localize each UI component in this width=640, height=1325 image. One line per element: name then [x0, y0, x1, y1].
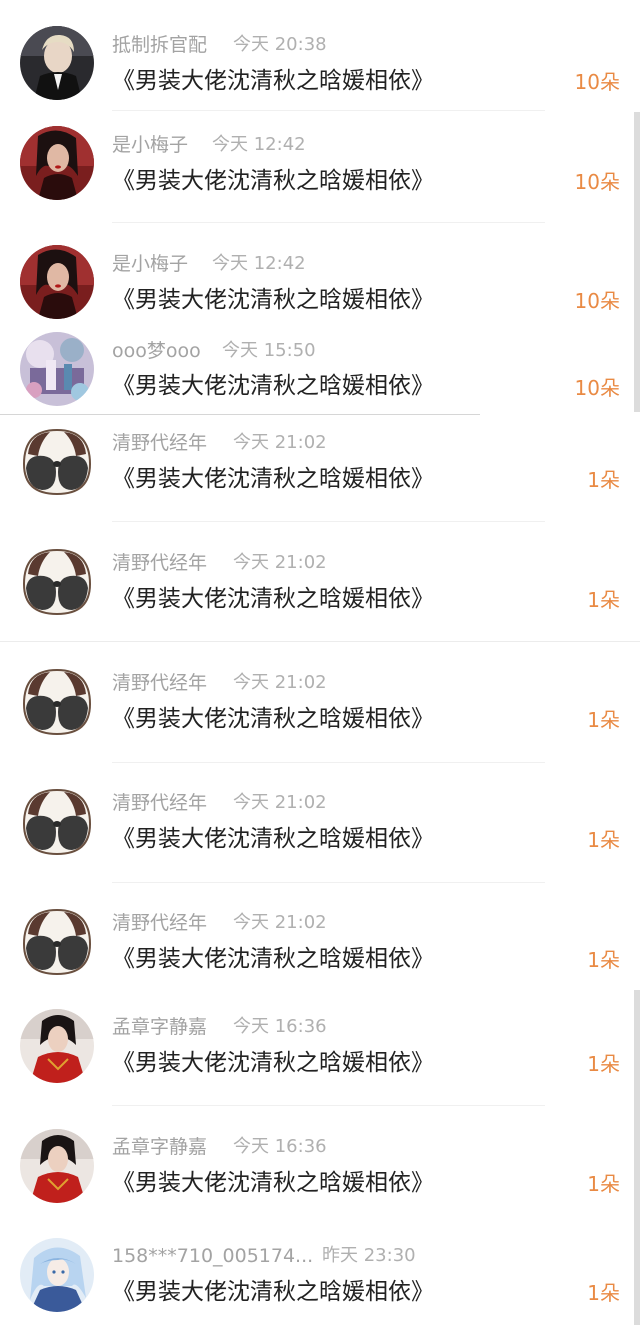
username[interactable]: 清野代经年 — [112, 671, 207, 695]
flower-count: 1朵 — [587, 1172, 620, 1196]
flower-count: 1朵 — [587, 948, 620, 972]
timestamp: 今天 21:02 — [233, 672, 327, 693]
avatar[interactable] — [20, 26, 94, 100]
timestamp: 今天 15:50 — [222, 340, 316, 361]
list-item[interactable]: 孟章字静嘉 今天 16:36 《男装大佬沈清秋之晗媛相依》 1朵 — [0, 1105, 640, 1230]
gift-message: 《男装大佬沈清秋之晗媛相依》 — [112, 1170, 434, 1196]
panda-avatar — [20, 424, 94, 498]
username[interactable]: 是小梅子 — [112, 133, 188, 157]
gift-message: 《男装大佬沈清秋之晗媛相依》 — [112, 706, 434, 732]
blue-anime-avatar — [20, 1238, 94, 1312]
timestamp: 今天 21:02 — [233, 912, 327, 933]
username[interactable]: 是小梅子 — [112, 252, 188, 276]
panda-avatar — [20, 904, 94, 978]
avatar[interactable] — [20, 424, 94, 498]
list-item[interactable]: 清野代经年 今天 21:02 《男装大佬沈清秋之晗媛相依》 1朵 — [0, 882, 640, 989]
username[interactable]: 清野代经年 — [112, 791, 207, 815]
avatar[interactable] — [20, 904, 94, 978]
timestamp: 今天 16:36 — [233, 1016, 327, 1037]
gift-message: 《男装大佬沈清秋之晗媛相依》 — [112, 287, 434, 313]
username[interactable]: 抵制拆官配 — [112, 33, 207, 57]
panda-avatar — [20, 784, 94, 858]
list-item[interactable]: 是小梅子 今天 12:42 《男装大佬沈清秋之晗媛相依》 10朵 — [0, 222, 640, 330]
scrollbar[interactable] — [634, 990, 640, 1325]
red-dress-avatar — [20, 1009, 94, 1083]
timestamp: 今天 16:36 — [233, 1136, 327, 1157]
gift-message: 《男装大佬沈清秋之晗媛相依》 — [112, 373, 434, 399]
timestamp: 今天 21:02 — [233, 432, 327, 453]
timestamp: 今天 12:42 — [212, 134, 306, 155]
list-item[interactable]: 清野代经年 今天 21:02 《男装大佬沈清秋之晗媛相依》 1朵 — [0, 762, 640, 883]
username[interactable]: ooo梦ooo — [112, 339, 201, 363]
list-item[interactable]: 是小梅子 今天 12:42 《男装大佬沈清秋之晗媛相依》 10朵 — [0, 110, 640, 223]
avatar[interactable] — [20, 544, 94, 618]
flower-count: 1朵 — [587, 828, 620, 852]
username[interactable]: 孟章字静嘉 — [112, 1135, 207, 1159]
avatar[interactable] — [20, 1129, 94, 1203]
avatar[interactable] — [20, 784, 94, 858]
flower-count: 1朵 — [587, 708, 620, 732]
avatar[interactable] — [20, 1238, 94, 1312]
flower-count: 10朵 — [574, 170, 620, 194]
red-woman-avatar — [20, 126, 94, 200]
timestamp: 今天 21:02 — [233, 792, 327, 813]
red-woman-avatar — [20, 245, 94, 319]
panda-avatar — [20, 544, 94, 618]
panda-avatar — [20, 664, 94, 738]
timestamp: 今天 20:38 — [233, 34, 327, 55]
gift-message: 《男装大佬沈清秋之晗媛相依》 — [112, 586, 434, 612]
blond-man-avatar — [20, 26, 94, 100]
avatar[interactable] — [20, 245, 94, 319]
flower-count: 1朵 — [587, 588, 620, 612]
username[interactable]: 清野代经年 — [112, 911, 207, 935]
red-dress-avatar — [20, 1129, 94, 1203]
list-item[interactable]: 抵制拆官配 今天 20:38 《男装大佬沈清秋之晗媛相依》 10朵 — [0, 0, 640, 111]
username[interactable]: 清野代经年 — [112, 431, 207, 455]
scrollbar[interactable] — [634, 112, 640, 412]
gift-message: 《男装大佬沈清秋之晗媛相依》 — [112, 826, 434, 852]
fantasy-scene-avatar — [20, 332, 94, 406]
list-item[interactable]: ooo梦ooo 今天 15:50 《男装大佬沈清秋之晗媛相依》 10朵 — [0, 330, 640, 414]
avatar[interactable] — [20, 1009, 94, 1083]
username[interactable]: 158***710_005174... — [112, 1244, 313, 1268]
flower-count: 10朵 — [574, 70, 620, 94]
flower-count: 1朵 — [587, 468, 620, 492]
flower-count: 10朵 — [574, 289, 620, 313]
flower-count: 1朵 — [587, 1281, 620, 1305]
gift-message: 《男装大佬沈清秋之晗媛相依》 — [112, 946, 434, 972]
flower-count: 10朵 — [574, 376, 620, 400]
avatar[interactable] — [20, 664, 94, 738]
list-item[interactable]: 清野代经年 今天 21:02 《男装大佬沈清秋之晗媛相依》 1朵 — [0, 642, 640, 763]
list-item[interactable]: 孟章字静嘉 今天 16:36 《男装大佬沈清秋之晗媛相依》 1朵 — [0, 989, 640, 1106]
gift-message: 《男装大佬沈清秋之晗媛相依》 — [112, 68, 434, 94]
gift-list: 抵制拆官配 今天 20:38 《男装大佬沈清秋之晗媛相依》 10朵 是小梅子 今… — [0, 0, 640, 1325]
timestamp: 昨天 23:30 — [322, 1245, 416, 1266]
gift-message: 《男装大佬沈清秋之晗媛相依》 — [112, 466, 434, 492]
list-item[interactable]: 清野代经年 今天 21:02 《男装大佬沈清秋之晗媛相依》 1朵 — [0, 521, 640, 641]
gift-message: 《男装大佬沈清秋之晗媛相依》 — [112, 168, 434, 194]
avatar[interactable] — [20, 332, 94, 406]
timestamp: 今天 21:02 — [233, 552, 327, 573]
username[interactable]: 孟章字静嘉 — [112, 1015, 207, 1039]
flower-count: 1朵 — [587, 1052, 620, 1076]
avatar[interactable] — [20, 126, 94, 200]
gift-message: 《男装大佬沈清秋之晗媛相依》 — [112, 1279, 434, 1305]
username[interactable]: 清野代经年 — [112, 551, 207, 575]
gift-message: 《男装大佬沈清秋之晗媛相依》 — [112, 1050, 434, 1076]
list-item[interactable]: 清野代经年 今天 21:02 《男装大佬沈清秋之晗媛相依》 1朵 — [0, 415, 640, 522]
timestamp: 今天 12:42 — [212, 253, 306, 274]
list-item[interactable]: 158***710_005174... 昨天 23:30 《男装大佬沈清秋之晗媛… — [0, 1230, 640, 1325]
